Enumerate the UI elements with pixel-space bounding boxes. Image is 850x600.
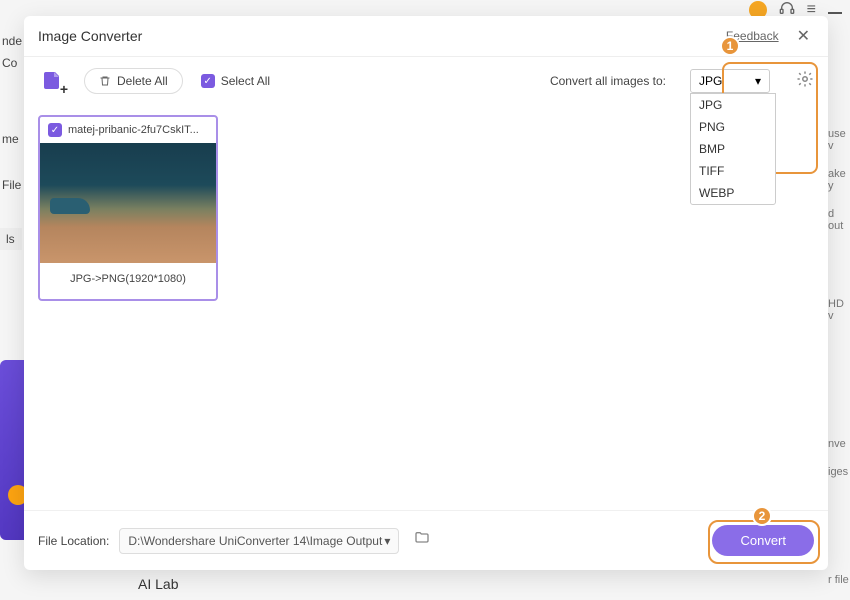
add-image-icon[interactable]: +	[38, 67, 66, 95]
bg-right-fragments: use v ake y d out HD v nve iges r file	[828, 120, 850, 600]
close-icon[interactable]: ✕	[793, 26, 814, 46]
image-converter-dialog: Image Converter Feedback ✕ + Delete All …	[24, 16, 828, 570]
callout-badge-2: 2	[752, 506, 772, 526]
delete-all-label: Delete All	[117, 74, 168, 88]
file-location-select[interactable]: D:\Wondershare UniConverter 14\Image Out…	[119, 528, 399, 554]
thumbnail-caption: JPG->PNG(1920*1080)	[40, 263, 216, 299]
convert-button[interactable]: Convert	[712, 525, 814, 556]
toolbar: + Delete All ✓ Select All Convert all im…	[24, 57, 828, 105]
dialog-footer: File Location: D:\Wondershare UniConvert…	[24, 510, 828, 570]
thumbnail-filename: matej-pribanic-2fu7CskIT...	[68, 124, 208, 136]
callout-badge-1: 1	[720, 36, 740, 56]
dialog-header: Image Converter Feedback ✕	[24, 16, 828, 57]
image-thumbnail-card[interactable]: ✓ matej-pribanic-2fu7CskIT... JPG->PNG(1…	[38, 115, 218, 301]
select-all-checkbox[interactable]: ✓ Select All	[201, 74, 270, 88]
chevron-down-icon: ▾	[384, 534, 390, 548]
checkbox-checked-icon: ✓	[201, 74, 215, 88]
format-option-bmp[interactable]: BMP	[691, 138, 775, 160]
thumbnail-preview	[40, 143, 216, 263]
convert-to-label: Convert all images to:	[550, 74, 666, 88]
thumbnail-checkbox[interactable]: ✓	[48, 123, 62, 137]
format-dropdown: JPG PNG BMP TIFF WEBP	[690, 93, 776, 205]
format-select[interactable]: JPG ▾	[690, 69, 770, 93]
format-option-jpg[interactable]: JPG	[691, 94, 775, 116]
dialog-title: Image Converter	[38, 28, 726, 44]
delete-all-button[interactable]: Delete All	[84, 68, 183, 94]
format-option-webp[interactable]: WEBP	[691, 182, 775, 204]
format-option-png[interactable]: PNG	[691, 116, 775, 138]
minimize-icon	[828, 12, 842, 14]
gear-icon[interactable]	[796, 70, 814, 93]
format-selected-value: JPG	[699, 74, 722, 88]
select-all-label: Select All	[221, 74, 270, 88]
format-option-tiff[interactable]: TIFF	[691, 160, 775, 182]
ai-lab-label: AI Lab	[138, 576, 178, 592]
open-folder-icon[interactable]	[409, 526, 435, 555]
file-location-label: File Location:	[38, 534, 109, 548]
file-location-path: D:\Wondershare UniConverter 14\Image Out…	[128, 534, 382, 548]
chevron-down-icon: ▾	[755, 74, 761, 88]
trash-icon	[99, 75, 111, 87]
